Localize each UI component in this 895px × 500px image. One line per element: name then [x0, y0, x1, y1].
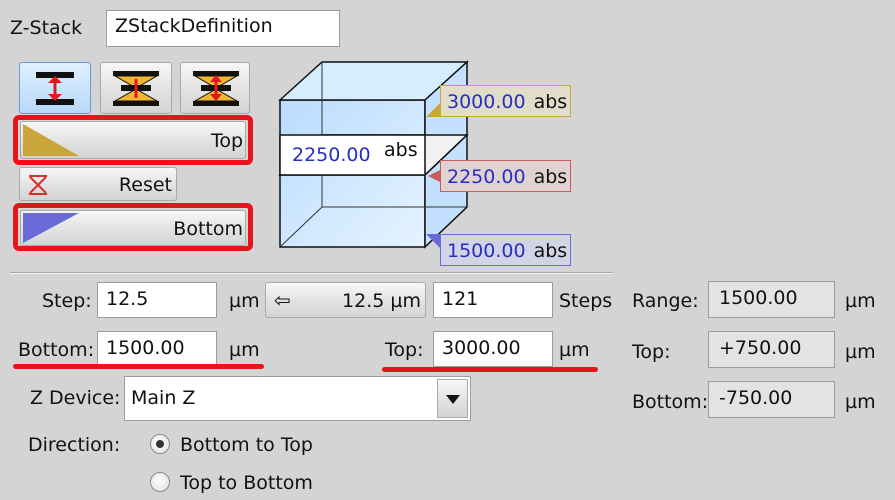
step-unit: µm [229, 290, 260, 312]
direction-bottom-to-top-radio[interactable] [150, 434, 170, 454]
range-readout: 1500.00 [708, 281, 835, 318]
top-position-value: 3000.00 [447, 91, 526, 113]
direction-label: Direction: [28, 434, 121, 456]
reset-button[interactable]: Reset [19, 167, 177, 201]
center-position-marker: 2250.00 abs [440, 160, 571, 192]
step-input[interactable]: 12.5 [97, 282, 217, 318]
apply-step-label: 12.5 µm [342, 290, 421, 312]
reset-icon [29, 175, 47, 195]
z-device-select[interactable]: Main Z [124, 376, 471, 421]
center-marker-arrow [428, 170, 440, 182]
center-mode-button[interactable] [100, 62, 172, 114]
step-label: Step: [42, 290, 92, 312]
radio-checked-dot [156, 440, 164, 448]
bottom-position-marker: 1500.00 abs [440, 234, 571, 266]
top-unit: µm [559, 339, 590, 361]
bottom-label: Bottom: [18, 339, 95, 361]
apply-step-button[interactable]: ⇦ 12.5 µm [265, 282, 426, 318]
center-mode-icon [113, 71, 159, 106]
center-plane-value: 2250.00 [292, 144, 371, 166]
bottom-highlight [13, 203, 253, 251]
bottom-input[interactable]: 1500.00 [97, 331, 217, 367]
bottom-position-unit: abs [533, 240, 568, 262]
steps-label: Steps [559, 290, 613, 312]
direction-top-to-bottom-label[interactable]: Top to Bottom [180, 472, 313, 494]
section-divider-highlight [10, 273, 613, 274]
zstack-name-input[interactable]: ZStackDefinition [106, 10, 340, 47]
left-arrow-icon: ⇦ [274, 288, 291, 312]
center-plane-unit: abs [384, 139, 418, 161]
relative-top-readout: +750.00 [708, 331, 835, 368]
center-position-unit: abs [533, 166, 568, 188]
top-input[interactable]: 3000.00 [433, 331, 553, 367]
top-highlight [13, 115, 253, 165]
range-unit: µm [845, 290, 876, 312]
top-position-marker: 3000.00 abs [440, 85, 571, 117]
z-device-dropdown-button[interactable] [437, 379, 468, 418]
bottom-unit: µm [229, 339, 260, 361]
top-label: Top: [385, 339, 424, 361]
z-device-value: Main Z [131, 387, 196, 409]
top-marker-arrow [426, 103, 440, 117]
bottom-position-value: 1500.00 [447, 240, 526, 262]
top-underline [382, 367, 598, 372]
chevron-down-icon [446, 395, 460, 404]
bottom-marker-arrow [426, 234, 440, 248]
offset-mode-button[interactable] [180, 62, 250, 114]
direction-bottom-to-top-label[interactable]: Bottom to Top [180, 434, 313, 456]
relative-bottom-unit: µm [845, 391, 876, 413]
relative-bottom-label: Bottom: [632, 391, 709, 413]
relative-top-unit: µm [845, 341, 876, 363]
range-mode-icon [36, 72, 74, 105]
top-position-unit: abs [533, 91, 568, 113]
steps-input[interactable]: 121 [433, 282, 553, 318]
relative-top-label: Top: [632, 341, 671, 363]
offset-mode-icon [193, 71, 239, 106]
zstack-label: Z-Stack [10, 17, 83, 39]
center-position-value: 2250.00 [447, 166, 526, 188]
range-mode-button[interactable] [19, 62, 91, 114]
direction-top-to-bottom-radio[interactable] [150, 472, 170, 492]
range-label: Range: [632, 290, 699, 312]
reset-label: Reset [118, 174, 172, 196]
z-device-label: Z Device: [30, 387, 121, 409]
bottom-underline [13, 364, 264, 369]
relative-bottom-readout: -750.00 [708, 381, 835, 418]
